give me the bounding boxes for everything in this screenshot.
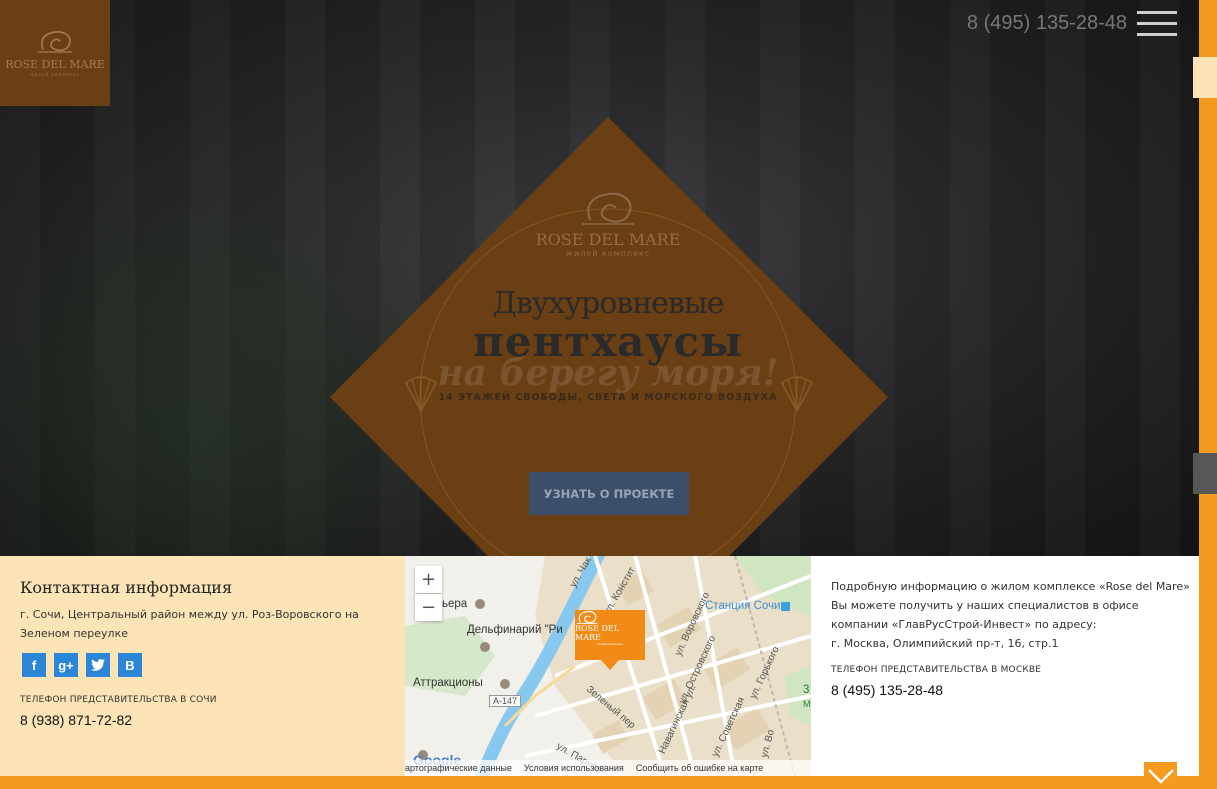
- side-accent-strip: [1199, 0, 1217, 789]
- hero-headline-3: на берегу моря!: [437, 352, 779, 394]
- side-nav-tab-2[interactable]: [1193, 453, 1217, 494]
- site-logo[interactable]: ROSE DEL MARE жилой комплекс: [0, 0, 110, 106]
- logo-name: ROSE DEL MARE: [5, 58, 105, 71]
- map-footer-terms[interactable]: Условия использования: [524, 763, 624, 773]
- map-zoom-in-button[interactable]: +: [415, 566, 442, 593]
- bottom-accent-bar: [0, 776, 1199, 789]
- google-plus-icon[interactable]: g+: [54, 653, 78, 677]
- map-road-badge: А-147: [489, 695, 522, 707]
- map-label-station: Станция Сочи: [705, 600, 781, 612]
- logo-sub: жилой комплекс: [30, 72, 80, 77]
- marker-name: ROSE DEL MARE: [575, 624, 620, 642]
- side-nav-tab-1[interactable]: [1193, 57, 1217, 98]
- map-footer-report[interactable]: Сообщить об ошибке на карте: [636, 763, 763, 773]
- hero-headline-1: Двухуровневые: [492, 286, 725, 321]
- map-label-m: М: [803, 699, 811, 709]
- map-widget[interactable]: + − ьера Дельфинарий "Ри Аттракционы Ста…: [405, 556, 811, 776]
- twitter-icon[interactable]: [86, 653, 110, 677]
- map-label-z3: 3: [803, 684, 810, 696]
- vkontakte-icon[interactable]: В: [118, 653, 142, 677]
- map-label-attractions: Аттракционы: [413, 677, 483, 689]
- contact-address: г. Сочи, Центральный район между ул. Роз…: [20, 608, 359, 640]
- hero-logo-name: ROSE DEL MARE: [535, 230, 681, 249]
- hero-content: ROSE DEL MARE жилой комплекс Двухуровнев…: [330, 190, 886, 403]
- moscow-phone[interactable]: 8 (495) 135-28-48: [831, 682, 943, 698]
- marker-sub: жилой комплекс: [596, 642, 624, 646]
- office-address: г. Москва, Олимпийский пр-т, 16, стр.1: [831, 637, 1059, 650]
- map-location-marker[interactable]: ROSE DEL MARE жилой комплекс: [575, 610, 645, 670]
- facebook-icon[interactable]: f: [22, 653, 46, 677]
- map-label-dolphinarium: Дельфинарий "Ри: [467, 624, 563, 636]
- map-footer: артографические данные Условия использов…: [405, 760, 811, 776]
- rose-logo-icon: [582, 192, 634, 225]
- scroll-down-button[interactable]: [1144, 762, 1177, 789]
- header-phone[interactable]: 8 (495) 135-28-48: [967, 12, 1127, 35]
- map-zoom-out-button[interactable]: −: [415, 594, 442, 621]
- social-links: f g+ В: [22, 653, 142, 677]
- chevron-down-icon: [1147, 768, 1174, 784]
- office-info-text: Подробную информацию о жилом комплексе «…: [831, 580, 1190, 631]
- hero-tagline: 14 ЭТАЖЕЙ СВОБОДЫ, СВЕТА И МОРСКОГО ВОЗД…: [438, 392, 778, 403]
- map-footer-data[interactable]: артографические данные: [405, 763, 512, 773]
- hero-logo-sub: жилой комплекс: [565, 249, 651, 258]
- hamburger-menu-icon[interactable]: [1137, 11, 1177, 37]
- sochi-phone[interactable]: 8 (938) 871-72-82: [20, 712, 132, 728]
- learn-more-button[interactable]: УЗНАТЬ О ПРОЕКТЕ: [529, 472, 689, 515]
- contact-panel: Контактная информация г. Сочи, Центральн…: [0, 556, 405, 776]
- moscow-phone-label: ТЕЛЕФОН ПРЕДСТАВИТЕЛЬСТВА В МОСКВЕ: [831, 665, 1042, 675]
- rose-logo-icon: [37, 31, 73, 53]
- moscow-office-panel: Подробную информацию о жилом комплексе «…: [811, 556, 1199, 776]
- map-label-riviera: ьера: [442, 598, 468, 610]
- rose-logo-icon: [576, 610, 598, 624]
- office-info: Подробную информацию о жилом комплексе «…: [831, 577, 1197, 653]
- contact-title: Контактная информация: [20, 578, 233, 597]
- sochi-phone-label: ТЕЛЕФОН ПРЕДСТАВИТЕЛЬСТВА В СОЧИ: [20, 695, 217, 705]
